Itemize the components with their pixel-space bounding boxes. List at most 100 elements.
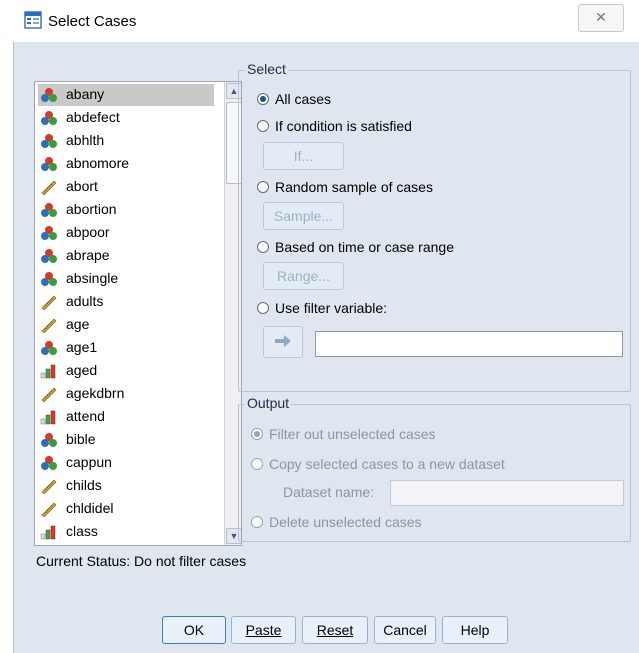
nominal-variable-icon (40, 432, 58, 448)
variable-label: age (66, 316, 90, 332)
radio-all-cases-label: All cases (275, 91, 332, 107)
variable-item-abpoor[interactable]: abpoor (38, 222, 214, 244)
variable-item-cappun[interactable]: cappun (38, 452, 214, 474)
variable-item-bible[interactable]: bible (38, 429, 214, 451)
radio-indicator (251, 428, 263, 440)
filter-variable-field[interactable] (315, 331, 623, 357)
variable-item-attend[interactable]: attend (38, 406, 214, 428)
variable-item-abdefect[interactable]: abdefect (38, 107, 214, 129)
radio-filter-out-label: Filter out unselected cases (269, 426, 436, 442)
nominal-variable-icon (40, 248, 58, 264)
reset-button[interactable]: Reset (302, 616, 368, 644)
variable-label: adults (66, 293, 104, 309)
variable-label: age1 (66, 339, 98, 355)
nominal-variable-icon (40, 271, 58, 287)
radio-based-on-time-label: Based on time or case range (275, 239, 454, 255)
nominal-variable-icon (40, 455, 58, 471)
radio-indicator (257, 120, 269, 132)
select-group: Select All cases If condition is satisfi… (238, 61, 631, 392)
variable-label: attend (66, 408, 105, 424)
ordinal-variable-icon (40, 363, 58, 379)
variable-item-childs[interactable]: childs (38, 475, 214, 497)
current-status: Current Status: Do not filter cases (36, 553, 247, 569)
variable-label: chldidel (66, 500, 114, 516)
variable-item-age1[interactable]: age1 (38, 337, 214, 359)
radio-indicator (257, 93, 269, 105)
variable-item-absingle[interactable]: absingle (38, 268, 214, 290)
variable-label: abhlth (66, 132, 105, 148)
radio-indicator (257, 302, 269, 314)
scale-variable-icon (40, 294, 58, 311)
variable-label: aged (66, 362, 98, 378)
output-group-label: Output (245, 395, 292, 411)
select-group-label: Select (245, 61, 288, 77)
variable-label: abrape (66, 247, 110, 263)
variable-item-abortion[interactable]: abortion (38, 199, 214, 221)
dataset-name-field[interactable] (390, 480, 624, 506)
variable-label: abpoor (66, 224, 110, 240)
window-title: Select Cases (48, 13, 137, 30)
close-icon: ✕ (595, 9, 607, 25)
nominal-variable-icon (40, 225, 58, 241)
scale-variable-icon (40, 501, 58, 518)
output-group: Output Filter out unselected cases Copy … (238, 395, 631, 542)
ordinal-variable-icon (40, 524, 58, 540)
radio-if-condition-label: If condition is satisfied (275, 118, 412, 134)
select-cases-icon (24, 11, 42, 29)
radio-copy-selected-label: Copy selected cases to a new dataset (269, 456, 505, 472)
nominal-variable-icon (40, 87, 58, 103)
close-button[interactable]: ✕ (578, 4, 624, 32)
variable-item-abrape[interactable]: abrape (38, 245, 214, 267)
variable-item-chldidel[interactable]: chldidel (38, 498, 214, 520)
variable-label: cappun (66, 454, 112, 470)
if-button[interactable]: If... (263, 142, 344, 170)
variable-label: bible (66, 431, 96, 447)
radio-indicator (251, 516, 263, 528)
radio-use-filter-label: Use filter variable: (275, 300, 388, 316)
variable-label: abdefect (66, 109, 120, 125)
variable-label: childs (66, 477, 102, 493)
variable-label: abortion (66, 201, 117, 217)
nominal-variable-icon (40, 110, 58, 126)
scale-variable-icon (40, 317, 58, 334)
ordinal-variable-icon (40, 409, 58, 425)
variable-item-aged[interactable]: aged (38, 360, 214, 382)
ok-button[interactable]: OK (162, 616, 226, 644)
dialog-body: abany abdefect abhlth abnomore abort abortion… (13, 42, 639, 653)
radio-indicator (257, 181, 269, 193)
variable-item-abnomore[interactable]: abnomore (38, 153, 214, 175)
nominal-variable-icon (40, 202, 58, 218)
move-variable-button[interactable] (263, 326, 303, 358)
sample-button[interactable]: Sample... (263, 202, 344, 230)
variable-label: abort (66, 178, 98, 194)
range-button[interactable]: Range... (263, 262, 344, 290)
nominal-variable-icon (40, 133, 58, 149)
scale-variable-icon (40, 179, 58, 196)
scale-variable-icon (40, 478, 58, 495)
paste-button[interactable]: Paste (231, 616, 296, 644)
variable-item-abany[interactable]: abany (38, 84, 214, 106)
variable-item-abort[interactable]: abort (38, 176, 214, 198)
variable-item-abhlth[interactable]: abhlth (38, 130, 214, 152)
radio-random-sample-label: Random sample of cases (275, 179, 433, 195)
radio-indicator (251, 458, 263, 470)
arrow-right-icon (275, 335, 291, 347)
scale-variable-icon (40, 386, 58, 403)
help-button[interactable]: Help (442, 616, 508, 644)
nominal-variable-icon (40, 340, 58, 356)
variable-label: absingle (66, 270, 119, 286)
cancel-button[interactable]: Cancel (374, 616, 436, 644)
nominal-variable-icon (40, 156, 58, 172)
variable-list[interactable]: abany abdefect abhlth abnomore abort abortion… (34, 81, 242, 546)
variable-item-class[interactable]: class (38, 521, 214, 543)
variable-item-age[interactable]: age (38, 314, 214, 336)
variable-label: agekdbrn (66, 385, 125, 401)
variable-item-adults[interactable]: adults (38, 291, 214, 313)
variable-label: class (66, 523, 98, 539)
dataset-name-label: Dataset name: (283, 484, 375, 500)
radio-indicator (257, 241, 269, 253)
variable-item-agekdbrn[interactable]: agekdbrn (38, 383, 214, 405)
variable-label: abany (66, 86, 105, 102)
variable-label: abnomore (66, 155, 130, 171)
radio-delete-unselected-label: Delete unselected cases (269, 514, 422, 530)
